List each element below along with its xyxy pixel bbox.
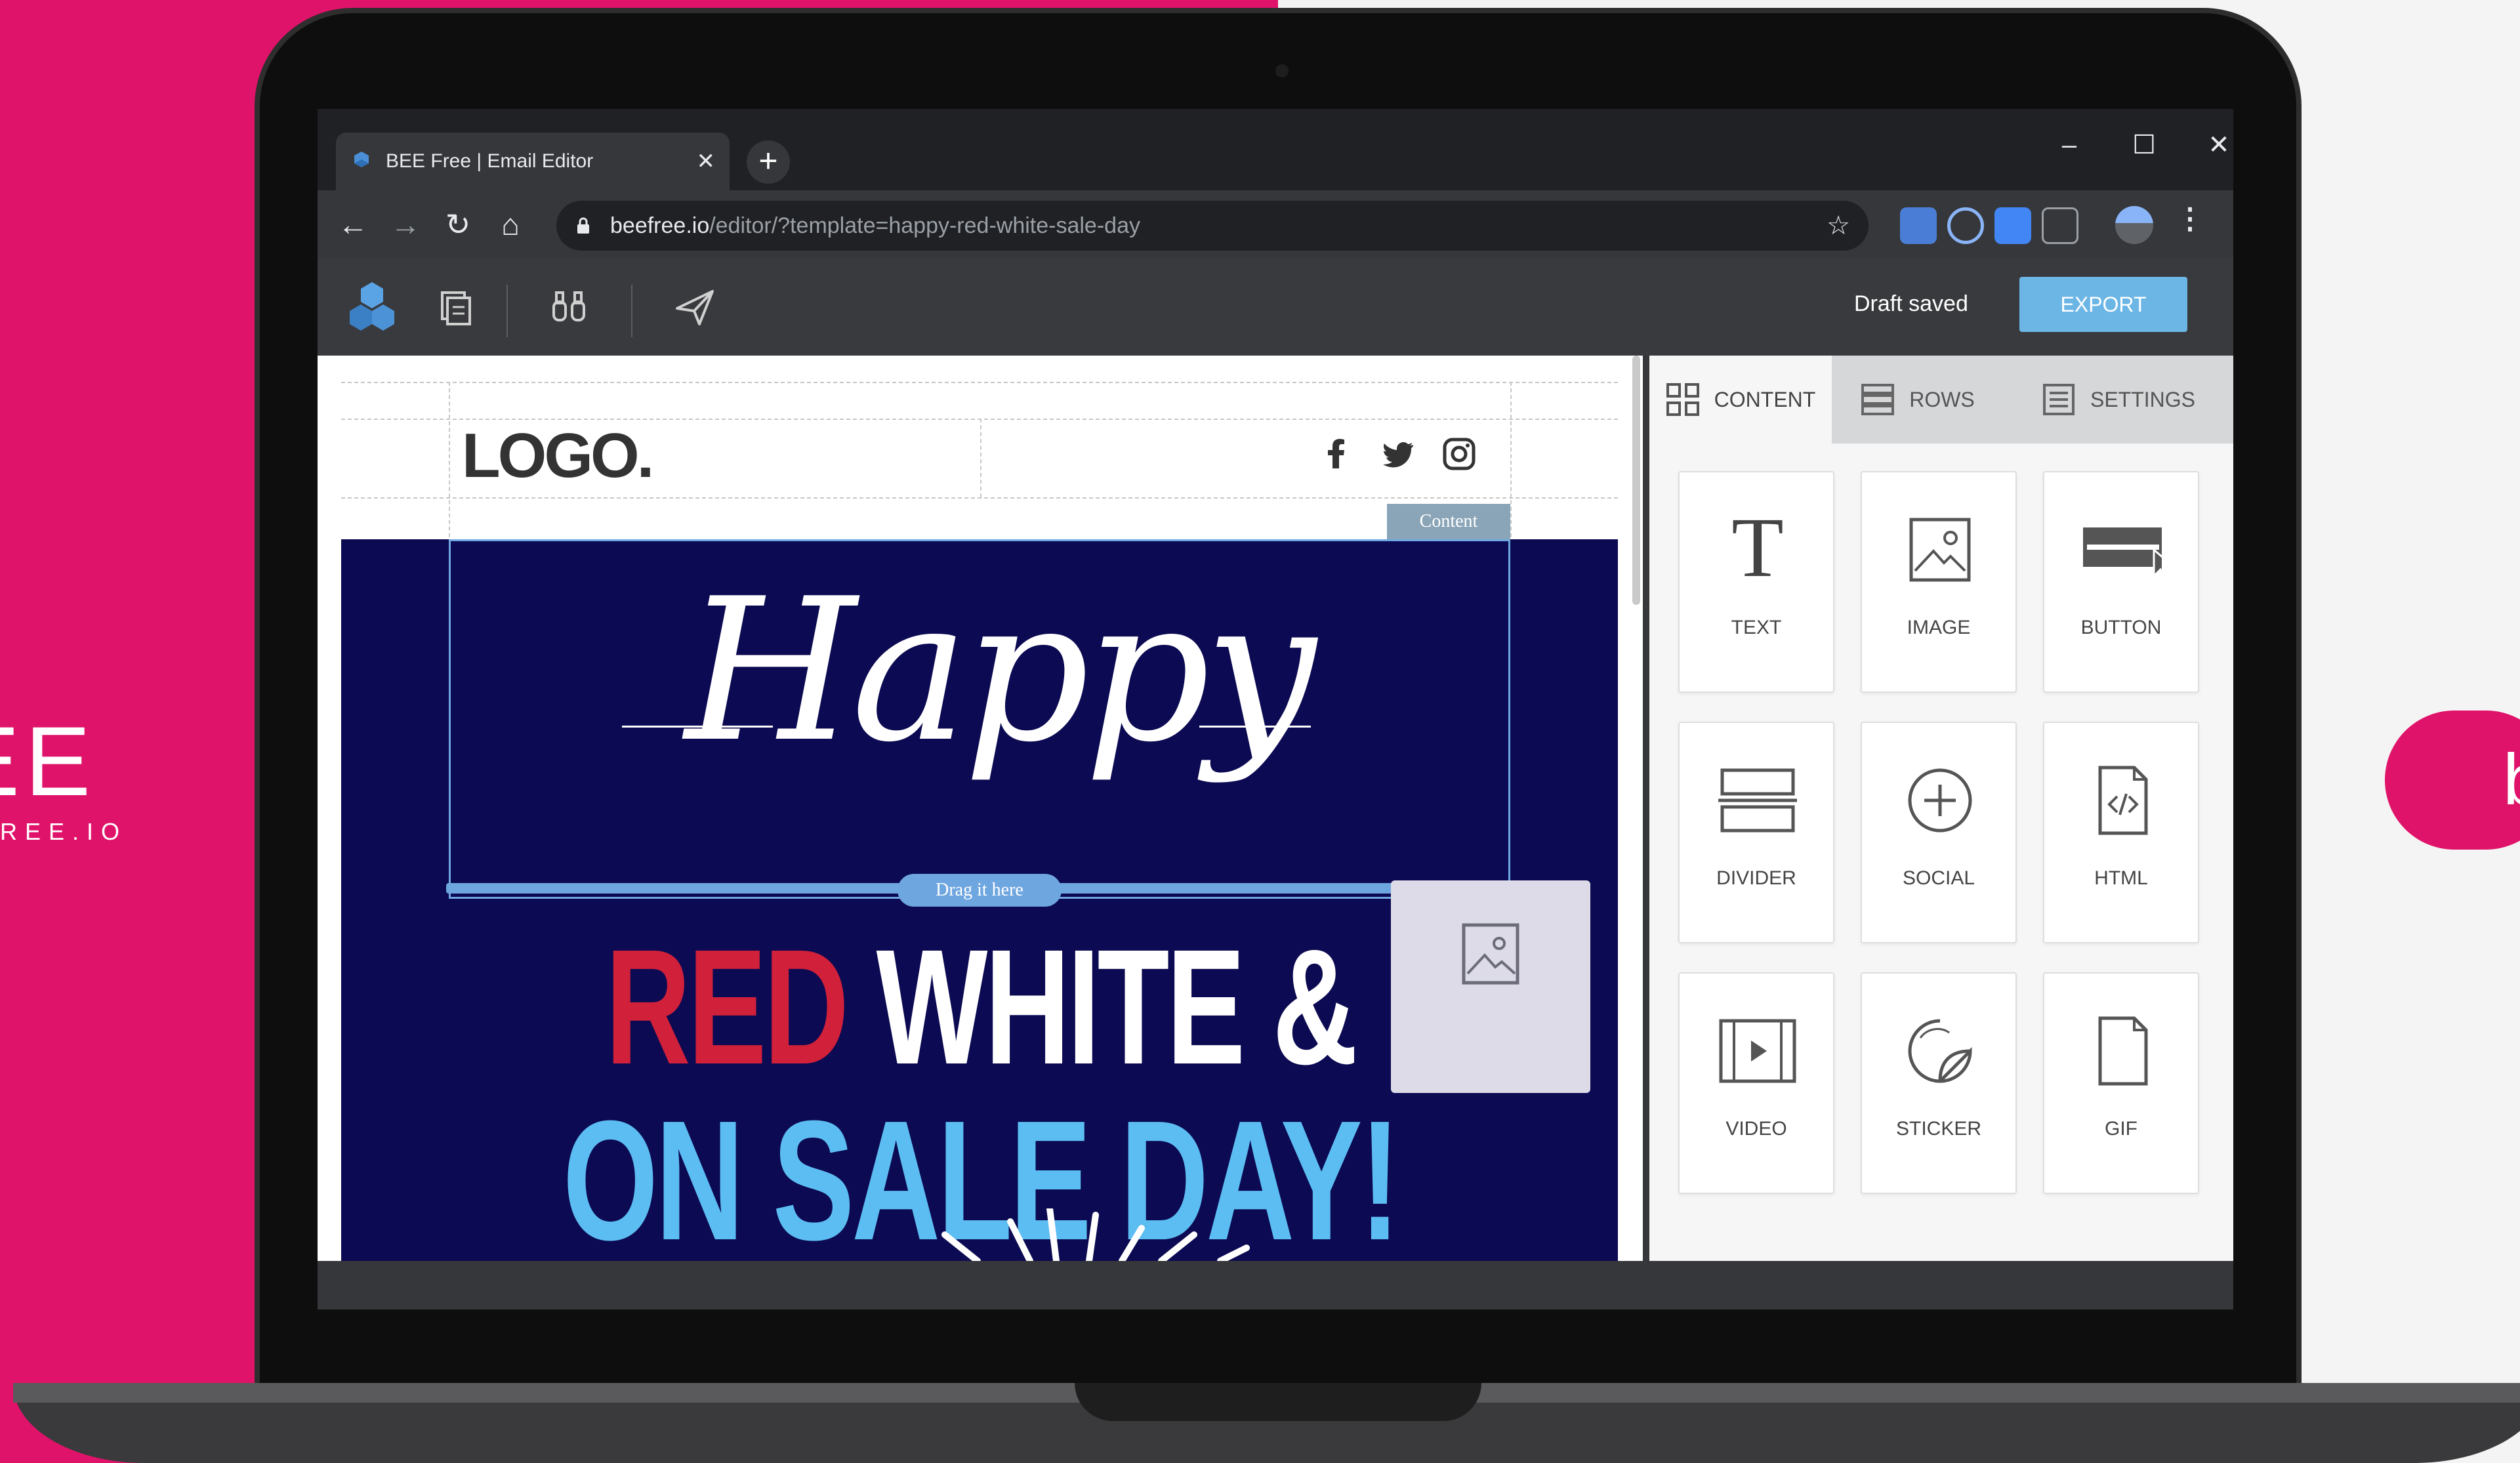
dragged-image-block[interactable] (1391, 880, 1590, 1093)
canvas-scrollbar[interactable] (1632, 356, 1640, 605)
button-icon (2083, 527, 2162, 579)
email-canvas[interactable]: LOGO. Content Happy Drag it here RED WHI… (318, 356, 1643, 1261)
facebook-icon[interactable] (1319, 436, 1355, 472)
new-tab-button[interactable]: + (747, 140, 790, 184)
headline-line-1[interactable]: RED WHITE & (503, 925, 1457, 1089)
headline-red: RED (605, 915, 849, 1098)
instagram-icon[interactable] (1441, 436, 1477, 472)
extension-calendar-icon[interactable] (1900, 207, 1937, 244)
row-guide (341, 497, 1618, 499)
maximize-icon[interactable]: ☐ (2111, 122, 2177, 168)
send-test-icon[interactable] (665, 278, 724, 337)
selected-block-outline (449, 539, 1510, 899)
block-text[interactable]: T TEXT (1678, 471, 1834, 693)
email-logo[interactable]: LOGO. (462, 420, 654, 492)
close-tab-icon[interactable]: ✕ (697, 148, 716, 175)
image-icon (1909, 518, 1971, 582)
close-window-icon[interactable]: ✕ (2186, 122, 2233, 168)
block-sticker[interactable]: STICKER (1861, 972, 2017, 1194)
content-block-tag[interactable]: Content (1387, 504, 1510, 539)
bookmark-star-icon[interactable]: ☆ (1827, 211, 1850, 241)
firework-graphic (941, 1208, 1250, 1261)
extension-grid-icon[interactable] (2042, 207, 2078, 244)
html-icon (2098, 766, 2148, 835)
tab-content-label: CONTENT (1714, 387, 1816, 411)
editor-toolbar: Draft saved EXPORT (318, 258, 2233, 356)
video-icon (1719, 1019, 1796, 1083)
divider-icon (1718, 768, 1797, 833)
lock-icon (577, 217, 589, 234)
rows-icon (1861, 384, 1895, 415)
home-icon[interactable]: ⌂ (484, 198, 537, 251)
cta-button[interactable]: b (2385, 711, 2520, 850)
text-icon: T (1731, 510, 1783, 589)
column-guide (980, 419, 981, 497)
brand-name: EE (0, 706, 96, 816)
block-image[interactable]: IMAGE (1861, 471, 2017, 693)
extension-clock-icon[interactable] (1947, 207, 1984, 244)
reload-icon[interactable]: ↻ (432, 198, 484, 251)
block-button-label: BUTTON (2080, 617, 2162, 638)
tab-settings-label: SETTINGS (2090, 387, 2195, 411)
gif-icon (2098, 1016, 2148, 1086)
tab-content[interactable]: CONTENT (1649, 356, 1832, 443)
image-placeholder-icon (1462, 923, 1519, 985)
headline-white: WHITE & (876, 915, 1358, 1098)
export-button[interactable]: EXPORT (2019, 277, 2187, 332)
back-icon[interactable]: ← (327, 198, 379, 251)
block-social[interactable]: SOCIAL (1861, 722, 2017, 943)
profile-avatar[interactable] (2115, 206, 2153, 244)
templates-icon[interactable] (426, 278, 485, 337)
block-html[interactable]: HTML (2043, 722, 2199, 943)
block-divider-label: DIVIDER (1716, 867, 1796, 889)
twitter-icon[interactable] (1380, 436, 1417, 472)
browser-window: BEE Free | Email Editor ✕ + – ☐ ✕ ← → ↻ … (318, 109, 2233, 1309)
block-image-label: IMAGE (1907, 617, 1971, 638)
address-bar[interactable]: beefree.io/editor/?template=happy-red-wh… (556, 201, 1869, 251)
draft-status: Draft saved (1854, 291, 1968, 316)
block-gif-label: GIF (2105, 1118, 2138, 1140)
url-path: /editor/?template=happy-red-white-sale-d… (709, 213, 1140, 238)
screen-bottom-bar (318, 1261, 2233, 1309)
sticker-icon (1908, 1019, 1972, 1083)
block-divider[interactable]: DIVIDER (1678, 722, 1834, 943)
tab-rows-label: ROWS (1909, 387, 1975, 411)
camera-icon (1275, 64, 1289, 77)
extension-translate-icon[interactable] (1994, 207, 2031, 244)
drag-hint: Drag it here (898, 874, 1062, 907)
tab-rows[interactable]: ROWS (1832, 356, 2004, 443)
social-icon (1908, 768, 1972, 833)
settings-icon (2042, 384, 2075, 415)
toolbar-separator (506, 285, 508, 337)
cta-text: b (2503, 739, 2520, 820)
block-social-label: SOCIAL (1902, 867, 1975, 889)
svg-text:T: T (1731, 510, 1783, 589)
sidebar-tabs: CONTENT ROWS SETTINGS (1649, 356, 2233, 443)
block-text-label: TEXT (1731, 617, 1782, 638)
block-video-label: VIDEO (1725, 1118, 1787, 1140)
grid-icon (1666, 383, 1699, 416)
forward-icon[interactable]: → (379, 198, 432, 251)
block-sticker-label: STICKER (1895, 1118, 1982, 1140)
brand-url: REE.IO (0, 818, 128, 845)
url-host: beefree.io (610, 213, 710, 238)
block-html-label: HTML (2094, 867, 2148, 889)
minimize-icon[interactable]: – (2036, 122, 2102, 168)
laptop-notch (1075, 1383, 1481, 1421)
sidebar-panel: CONTENT ROWS SETTINGS T TEXT IMAGE BUTTO… (1649, 356, 2233, 1261)
tab-settings[interactable]: SETTINGS (2004, 356, 2233, 443)
brand-logo: EE REE.IO (0, 712, 127, 846)
block-button[interactable]: BUTTON (2043, 471, 2199, 693)
tab-title: BEE Free | Email Editor (386, 150, 594, 172)
block-gif[interactable]: GIF (2043, 972, 2199, 1194)
block-video[interactable]: VIDEO (1678, 972, 1834, 1194)
browser-tab[interactable]: BEE Free | Email Editor ✕ (336, 133, 730, 190)
bee-logo-icon[interactable] (342, 278, 402, 337)
toolbar-separator (631, 285, 632, 337)
browser-menu-icon[interactable]: ⋮ (2176, 202, 2204, 236)
row-guide (341, 382, 1618, 383)
preview-binoculars-icon[interactable] (539, 278, 598, 337)
bee-favicon-icon (354, 152, 369, 167)
tab-strip: BEE Free | Email Editor ✕ + – ☐ ✕ (318, 109, 2233, 190)
